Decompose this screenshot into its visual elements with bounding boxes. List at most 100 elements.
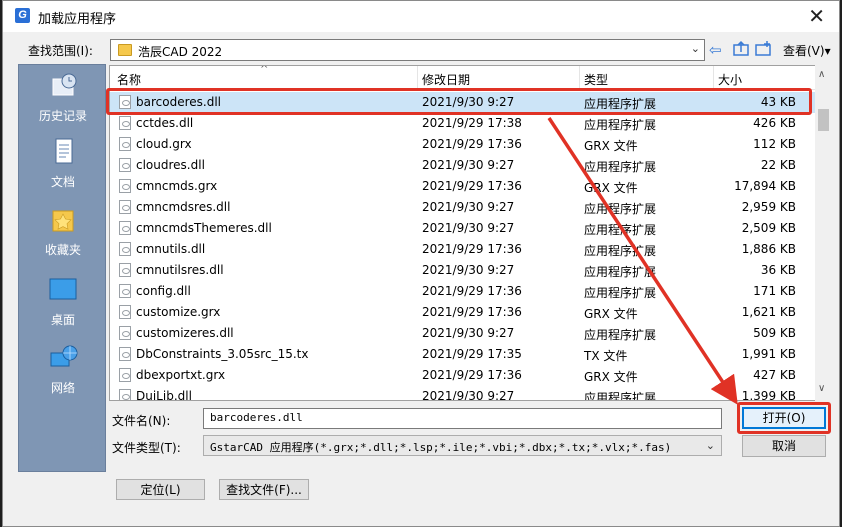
view-menu-button[interactable]: 查看(V)▾ xyxy=(783,42,831,59)
file-icon xyxy=(119,263,131,277)
file-name: cloudres.dll xyxy=(136,158,205,172)
file-icon xyxy=(119,221,131,235)
file-row[interactable]: cmncmds.grx 2021/9/29 17:36 GRX 文件 17,894 K… xyxy=(110,176,818,197)
file-row[interactable]: cctdes.dll 2021/9/29 17:38 应用程序扩展 426 KB xyxy=(110,113,818,134)
file-size: 427 KB xyxy=(753,368,796,382)
file-type: 应用程序扩展 xyxy=(584,244,657,258)
file-size: 2,509 KB xyxy=(741,221,796,235)
vertical-scrollbar[interactable]: ∧ ∨ xyxy=(815,65,832,401)
place-favorites[interactable]: 收藏夹 xyxy=(19,205,107,258)
file-name: cmncmdsres.dll xyxy=(136,200,231,214)
file-date: 2021/9/29 17:36 xyxy=(422,179,522,193)
scrollbar-thumb[interactable] xyxy=(818,109,829,131)
file-icon xyxy=(119,368,131,382)
file-type: 应用程序扩展 xyxy=(584,202,657,216)
file-list[interactable]: ^ 名称 修改日期 类型 大小 barcoderes.dll 2021/9/30 … xyxy=(109,65,832,401)
place-desktop[interactable]: 桌面 xyxy=(19,275,107,328)
back-icon[interactable]: ⇦ xyxy=(709,40,722,60)
place-documents[interactable]: 文档 xyxy=(19,137,107,190)
file-name: DbConstraints_3.05src_15.tx xyxy=(136,347,309,361)
filetype-select[interactable]: GstarCAD 应用程序(*.grx;*.dll;*.lsp;*.ile;*.… xyxy=(203,435,722,456)
file-type: TX 文件 xyxy=(584,349,628,363)
chevron-down-icon[interactable]: ⌄ xyxy=(691,42,700,55)
file-name: config.dll xyxy=(136,284,191,298)
filetype-value: GstarCAD 应用程序(*.grx;*.dll;*.lsp;*.ile;*.… xyxy=(210,441,672,454)
file-type: 应用程序扩展 xyxy=(584,391,657,401)
filename-input[interactable]: barcoderes.dll xyxy=(203,408,722,429)
favorites-icon xyxy=(52,210,74,232)
file-row[interactable]: DbConstraints_3.05src_15.tx 2021/9/29 17:… xyxy=(110,344,818,365)
locate-button[interactable]: 定位(L) xyxy=(116,479,205,500)
file-row[interactable]: cloud.grx 2021/9/29 17:36 GRX 文件 112 KB xyxy=(110,134,818,155)
column-divider[interactable] xyxy=(713,66,714,90)
column-header-name[interactable]: 名称 xyxy=(117,71,141,88)
file-name: cmnutils.dll xyxy=(136,242,206,256)
up-folder-icon[interactable] xyxy=(732,40,750,60)
file-date: 2021/9/29 17:36 xyxy=(422,242,522,256)
file-date: 2021/9/29 17:36 xyxy=(422,305,522,319)
file-size: 17,894 KB xyxy=(734,179,796,193)
file-type: 应用程序扩展 xyxy=(584,328,657,342)
file-icon xyxy=(119,305,131,319)
file-icon xyxy=(119,326,131,340)
file-row[interactable]: cloudres.dll 2021/9/30 9:27 应用程序扩展 22 KB xyxy=(110,155,818,176)
file-size: 112 KB xyxy=(753,137,796,151)
column-divider[interactable] xyxy=(579,66,580,90)
chevron-down-icon[interactable]: ⌄ xyxy=(706,439,715,452)
close-button[interactable]: ✕ xyxy=(808,4,825,28)
file-name: cmncmds.grx xyxy=(136,179,218,193)
file-icon xyxy=(119,242,131,256)
new-folder-icon[interactable] xyxy=(754,40,772,60)
file-size: 2,959 KB xyxy=(741,200,796,214)
file-size: 1,621 KB xyxy=(741,305,796,319)
file-row[interactable]: dbexportxt.grx 2021/9/29 17:36 GRX 文件 427 K… xyxy=(110,365,818,386)
file-icon xyxy=(119,200,131,214)
column-header-type[interactable]: 类型 xyxy=(584,71,608,88)
file-row[interactable]: customize.grx 2021/9/29 17:36 GRX 文件 1,621 … xyxy=(110,302,818,323)
file-type: 应用程序扩展 xyxy=(584,160,657,174)
dialog-title: 加载应用程序 xyxy=(38,12,117,27)
place-history[interactable]: 历史记录 xyxy=(19,71,107,124)
filename-label: 文件名(N): xyxy=(112,414,171,428)
file-list-header: ^ 名称 修改日期 类型 大小 xyxy=(110,66,818,90)
desktop-icon xyxy=(49,278,77,300)
file-type: GRX 文件 xyxy=(584,370,638,384)
scroll-down-icon[interactable]: ∨ xyxy=(818,383,825,394)
file-row[interactable]: config.dll 2021/9/29 17:36 应用程序扩展 171 KB xyxy=(110,281,818,302)
look-in-value: 浩辰CAD 2022 xyxy=(138,45,223,59)
file-row[interactable]: cmnutilsres.dll 2021/9/30 9:27 应用程序扩展 36 KB xyxy=(110,260,818,281)
file-row[interactable]: cmncmdsThemeres.dll 2021/9/30 9:27 应用程序扩展 2… xyxy=(110,218,818,239)
network-icon xyxy=(50,345,78,367)
file-size: 171 KB xyxy=(753,284,796,298)
column-divider[interactable] xyxy=(417,66,418,90)
load-application-dialog: G 加载应用程序 ✕ 查找范围(I): 浩辰CAD 2022 ⌄ ⇦ 查看(V)… xyxy=(2,0,840,527)
file-row[interactable]: customizeres.dll 2021/9/30 9:27 应用程序扩展 509 … xyxy=(110,323,818,344)
column-header-date[interactable]: 修改日期 xyxy=(422,71,470,88)
file-row[interactable]: cmncmdsres.dll 2021/9/30 9:27 应用程序扩展 2,959 … xyxy=(110,197,818,218)
file-name: dbexportxt.grx xyxy=(136,368,226,382)
file-icon xyxy=(119,347,131,361)
selected-file-highlight xyxy=(106,88,812,115)
column-header-size[interactable]: 大小 xyxy=(718,71,742,88)
file-name: cmncmdsThemeres.dll xyxy=(136,221,272,235)
file-row[interactable]: cmnutils.dll 2021/9/29 17:36 应用程序扩展 1,886 K… xyxy=(110,239,818,260)
scroll-up-icon[interactable]: ∧ xyxy=(818,69,825,80)
find-file-button[interactable]: 查找文件(F)... xyxy=(219,479,309,500)
places-bar: 历史记录 文档 收藏夹 桌面 网络 xyxy=(18,64,106,472)
look-in-combo[interactable]: 浩辰CAD 2022 ⌄ xyxy=(110,39,705,61)
title-bar: G 加载应用程序 ✕ xyxy=(3,1,839,32)
place-network[interactable]: 网络 xyxy=(19,343,107,396)
history-icon xyxy=(52,73,77,96)
file-type: GRX 文件 xyxy=(584,139,638,153)
documents-icon xyxy=(55,138,73,164)
folder-icon xyxy=(118,44,132,56)
file-date: 2021/9/30 9:27 xyxy=(422,326,515,340)
open-button-highlight xyxy=(737,402,831,434)
cancel-button[interactable]: 取消 xyxy=(742,435,826,457)
file-name: customize.grx xyxy=(136,305,221,319)
file-date: 2021/9/30 9:27 xyxy=(422,263,515,277)
file-name: cctdes.dll xyxy=(136,116,194,130)
file-date: 2021/9/29 17:35 xyxy=(422,347,522,361)
file-row[interactable]: DuiLib.dll 2021/9/30 9:27 应用程序扩展 1,399 KB xyxy=(110,386,818,401)
filetype-label: 文件类型(T): xyxy=(112,441,181,455)
